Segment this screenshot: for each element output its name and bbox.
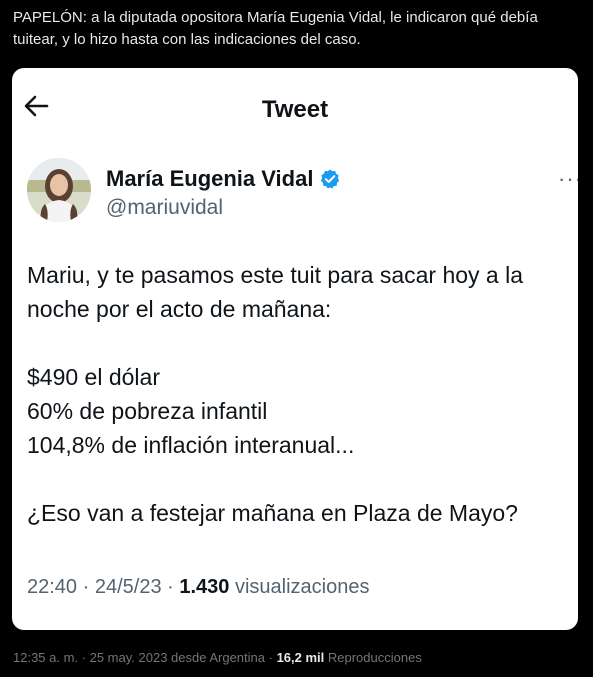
tweet-stat-dollar: $490 el dólar: [27, 364, 160, 390]
views-count: 1.430: [179, 576, 230, 598]
tweet-screenshot-card: Tweet María Eugenia Vidal @mariuvidal ··…: [12, 68, 578, 630]
tweet-stat-poverty: 60% de pobreza infantil: [27, 398, 268, 424]
author-name-row[interactable]: María Eugenia Vidal: [106, 166, 341, 192]
post-date-location[interactable]: 25 may. 2023 desde Argentina: [90, 650, 265, 665]
reproductions-count: 16,2 mil: [276, 650, 325, 665]
header-title: Tweet: [261, 96, 329, 123]
verified-badge-icon: [321, 169, 340, 189]
post-footer: 12:35 a. m. · 25 may. 2023 desde Argenti…: [13, 650, 422, 665]
avatar[interactable]: [27, 158, 91, 222]
more-options-icon[interactable]: ···: [558, 166, 578, 192]
footer-separator: ·: [265, 650, 277, 665]
tweet-meta: 22:40 · 24/5/23 · 1.430 visualizaciones: [27, 576, 370, 599]
tweet-stat-inflation: 104,8% de inflación interanual...: [27, 432, 355, 458]
tweet-date[interactable]: 24/5/23: [95, 576, 162, 598]
reproductions-label: Reproducciones: [324, 650, 422, 665]
views-label: visualizaciones: [229, 576, 370, 598]
tweet-body: Mariu, y te pasamos este tuit para sacar…: [27, 258, 578, 530]
tweet-line-closing: ¿Eso van a festejar mañana en Plaza de M…: [27, 500, 518, 526]
post-text: PAPELÓN: a la diputada opositora María E…: [13, 9, 538, 48]
meta-separator: ·: [77, 576, 95, 598]
author-name[interactable]: María Eugenia Vidal: [106, 166, 313, 192]
author-handle[interactable]: @mariuvidal: [106, 196, 223, 220]
tweet-time[interactable]: 22:40: [27, 576, 77, 598]
meta-separator: ·: [161, 576, 180, 598]
tweet-line-intro: Mariu, y te pasamos este tuit para sacar…: [27, 262, 524, 322]
footer-separator: ·: [78, 650, 90, 665]
post-time[interactable]: 12:35 a. m.: [13, 650, 78, 665]
